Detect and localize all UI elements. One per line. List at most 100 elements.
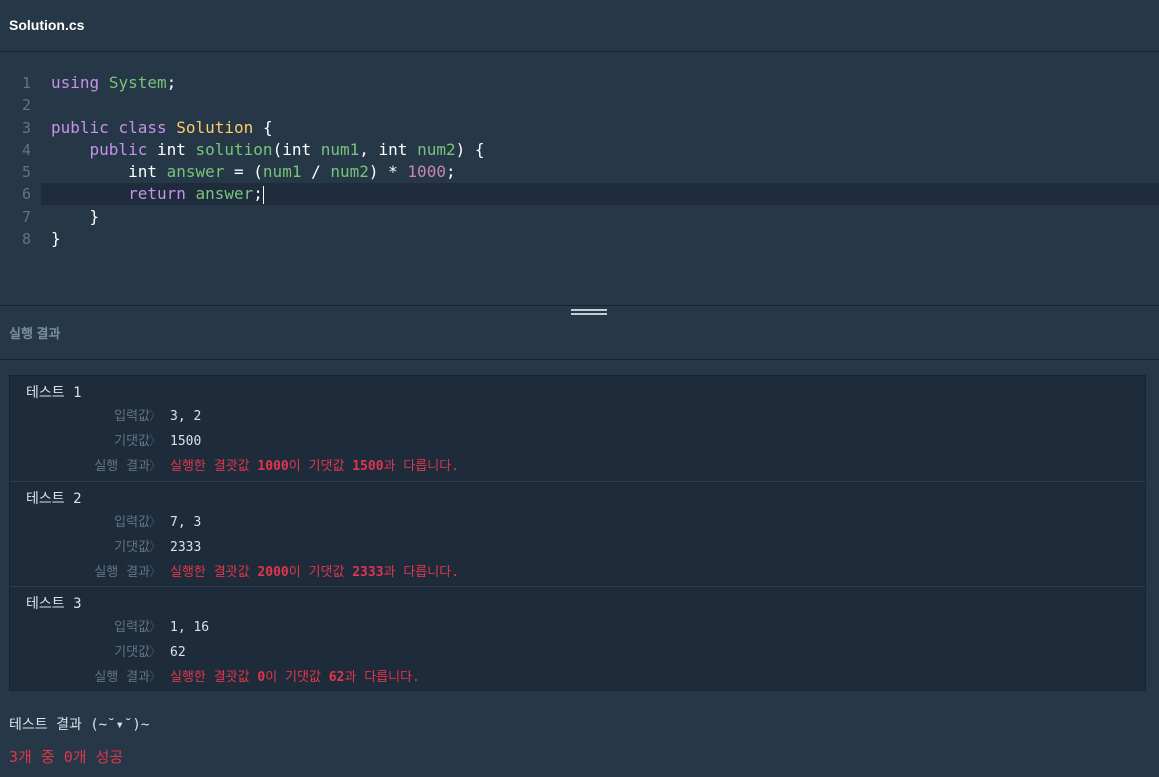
code-line[interactable]: 3 public class Solution { [0, 117, 1159, 139]
result-message: 실행한 결괏값 2000이 기댓값 2333과 다릅니다. [170, 563, 459, 583]
result-prefix: 실행한 결괏값 [170, 670, 258, 685]
code-token: answer [166, 162, 225, 181]
result-message: 실행한 결괏값 1000이 기댓값 1500과 다릅니다. [170, 457, 459, 477]
chevron-right-icon: 〉 [149, 409, 163, 424]
code-token: / [301, 162, 331, 181]
code-text: using System; [51, 72, 176, 94]
test-results-list: 테스트 1 입력값 〉 3, 2 기댓값 〉 1500 실행 결과 〉 실행한 결괏값 1000이… [9, 375, 1146, 691]
test-result-row: 실행 결과 〉 실행한 결괏값 1000이 기댓값 1500과 다릅니다. [10, 457, 1145, 477]
line-number: 8 [21, 230, 31, 248]
chevron-right-icon: 〉 [149, 515, 163, 530]
chevron-right-icon: 〉 [149, 670, 163, 685]
result-mid: 이 기댓값 [288, 565, 353, 580]
resize-handle-icon[interactable] [571, 309, 607, 319]
result-label: 실행 결과 [94, 459, 150, 474]
code-token: public [51, 118, 109, 137]
code-token: 1000 [407, 162, 446, 181]
test-input-row: 입력값 〉 1, 16 [10, 618, 1145, 638]
code-token: int [51, 162, 167, 181]
result-suffix: 과 다릅니다. [383, 565, 460, 580]
actual-value: 1000 [257, 459, 289, 474]
input-value: 3, 2 [170, 409, 202, 424]
code-line[interactable]: 6 return answer; [22, 183, 1159, 205]
line-number: 3 [21, 119, 31, 137]
code-line[interactable]: 2 [0, 94, 1159, 116]
code-token: = ( [224, 162, 263, 181]
input-label: 입력값 [114, 409, 150, 424]
line-number: 2 [21, 96, 31, 114]
code-token: ) { [455, 140, 485, 159]
test-result-row: 실행 결과 〉 실행한 결괏값 0이 기댓값 62과 다릅니다. [10, 668, 1145, 688]
code-token: num1 [262, 162, 302, 181]
result-suffix: 과 다릅니다. [344, 670, 420, 685]
code-token: int [147, 140, 196, 159]
test-expected-row: 기댓값 〉 62 [10, 643, 1145, 663]
result-message: 실행한 결괏값 0이 기댓값 62과 다릅니다. [170, 668, 420, 688]
code-text: public int solution(int num1, int num2) … [51, 139, 485, 161]
code-line[interactable]: 8} [0, 228, 1159, 250]
test-summary-status: 3개 중 0개 성공 [9, 748, 124, 766]
input-value: 1, 16 [170, 620, 210, 635]
text-cursor [262, 185, 264, 204]
result-suffix: 과 다릅니다. [383, 459, 460, 474]
result-prefix: 실행한 결괏값 [170, 565, 258, 580]
test-input-row: 입력값 〉 3, 2 [10, 407, 1145, 427]
result-label: 실행 결과 [94, 670, 150, 685]
code-token: using [51, 73, 100, 92]
chevron-right-icon: 〉 [149, 620, 163, 635]
result-mid: 이 기댓값 [265, 670, 329, 685]
expected-value: 2333 [170, 540, 202, 555]
code-token: ; [166, 73, 177, 92]
code-line[interactable]: 4 public int solution(int num1, int num2… [0, 139, 1159, 161]
result-panel-title: 실행 결과 [9, 326, 61, 341]
code-line[interactable]: 7 } [0, 206, 1159, 228]
expected-value: 62 [170, 645, 186, 660]
expected-label: 기댓값 [114, 540, 150, 555]
code-line[interactable]: 1 using System; [0, 72, 1159, 94]
code-line[interactable]: 5 int answer = (num1 / num2) * 1000; [0, 161, 1159, 183]
code-token: ; [445, 162, 456, 181]
input-value: 7, 3 [170, 515, 202, 530]
chevron-right-icon: 〉 [149, 540, 163, 555]
line-number: 4 [21, 141, 31, 159]
line-number: 7 [21, 208, 31, 226]
code-editor[interactable]: 1 using System; 2 3 public class Solution {4… [0, 52, 1159, 305]
expected-highlight: 62 [328, 670, 345, 685]
code-token: num2 [330, 162, 369, 181]
editor-tab-bar: Solution.cs [0, 0, 1159, 52]
code-text: int answer = (num1 / num2) * 1000; [51, 161, 456, 183]
code-token: ) * [368, 162, 408, 181]
code-token: num1 [320, 140, 360, 159]
chevron-right-icon: 〉 [149, 645, 163, 660]
code-token: System [108, 73, 167, 92]
expected-highlight: 1500 [352, 459, 384, 474]
code-token: num2 [417, 140, 456, 159]
input-label: 입력값 [114, 515, 150, 530]
test-summary-title: 테스트 결과 (~˘▾˘)~ [9, 717, 150, 733]
code-text: } [51, 228, 61, 250]
test-expected-row: 기댓값 〉 2333 [10, 538, 1145, 558]
line-number: 5 [21, 163, 31, 181]
code-token: Solution [176, 118, 254, 137]
test-case-title: 테스트 2 [26, 491, 82, 507]
expected-highlight: 2333 [352, 565, 384, 580]
test-case: 테스트 3 입력값 〉 1, 16 기댓값 〉 62 실행 결과 〉 실행한 결괏값 0이 기댓값… [10, 586, 1145, 692]
code-token: solution [195, 140, 273, 159]
actual-value: 2000 [257, 565, 289, 580]
test-case-title: 테스트 1 [26, 385, 82, 401]
test-result-row: 실행 결과 〉 실행한 결괏값 2000이 기댓값 2333과 다릅니다. [10, 563, 1145, 583]
line-number: 1 [21, 74, 31, 92]
chevron-right-icon: 〉 [149, 459, 163, 474]
code-token: class [118, 118, 167, 137]
code-token: ; [253, 184, 263, 203]
line-number: 6 [21, 185, 31, 203]
file-tab-title[interactable]: Solution.cs [9, 17, 84, 33]
code-text: return answer; [51, 183, 264, 205]
result-mid: 이 기댓값 [288, 459, 353, 474]
